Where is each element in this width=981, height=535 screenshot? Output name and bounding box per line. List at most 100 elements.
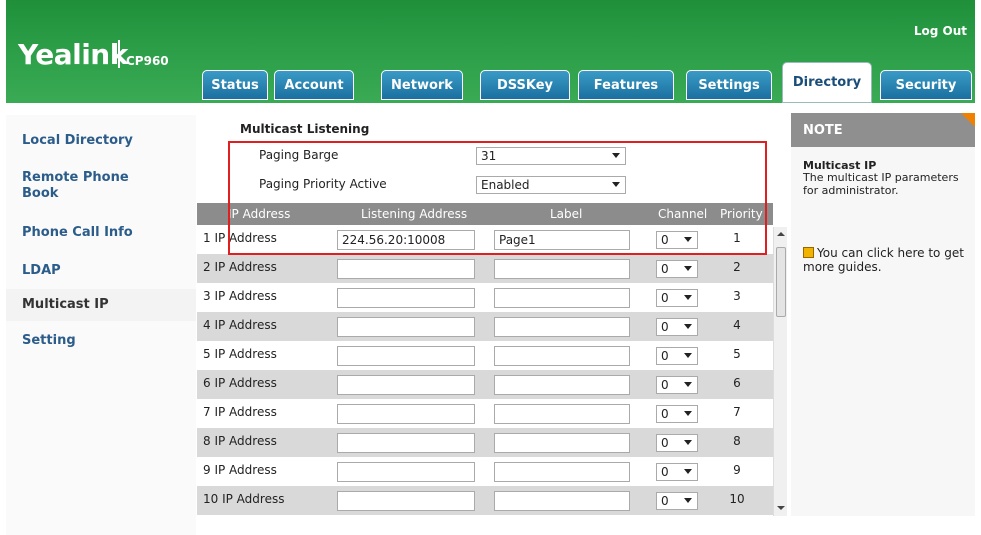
table-row: 3 IP Address 0 3 (197, 283, 773, 312)
priority-value: 4 (733, 318, 741, 332)
table-row: 6 IP Address 0 6 (197, 370, 773, 399)
listening-address-input[interactable]: 224.56.20:10008 (337, 230, 475, 250)
listening-address-input[interactable] (337, 375, 475, 395)
scroll-up-icon[interactable] (777, 232, 785, 236)
sidebar-item-local-directory[interactable]: Local Directory (22, 133, 182, 149)
paging-priority-select[interactable]: Enabled (476, 176, 626, 194)
label-input[interactable] (494, 317, 630, 337)
channel-value: 0 (661, 378, 669, 392)
table-row: 8 IP Address 0 8 (197, 428, 773, 457)
listening-address-input[interactable] (337, 433, 475, 453)
row-name: 7 IP Address (203, 405, 277, 419)
column-header-priority: Priority (720, 207, 763, 221)
model-label: CP960 (126, 54, 169, 68)
row-name: 4 IP Address (203, 318, 277, 332)
priority-value: 8 (733, 434, 741, 448)
label-input[interactable] (494, 462, 630, 482)
listening-address-input[interactable] (337, 317, 475, 337)
column-header-channel: Channel (658, 207, 708, 221)
note-panel: NOTE Multicast IP The multicast IP param… (791, 113, 975, 516)
listening-address-input[interactable] (337, 491, 475, 511)
paging-priority-value: Enabled (481, 178, 530, 192)
section-title: Multicast Listening (240, 122, 370, 136)
table-row: 9 IP Address 0 9 (197, 457, 773, 486)
chevron-down-icon (684, 440, 692, 445)
channel-select[interactable]: 0 (656, 347, 698, 365)
channel-select[interactable]: 0 (656, 376, 698, 394)
right-frame (975, 0, 981, 516)
row-name: 6 IP Address (203, 376, 277, 390)
chevron-down-icon (684, 237, 692, 242)
priority-value: 10 (729, 492, 745, 506)
sidebar-item-setting[interactable]: Setting (22, 333, 182, 349)
tab-account[interactable]: Account (274, 70, 354, 100)
priority-value: 1 (733, 231, 741, 245)
priority-value: 3 (733, 289, 741, 303)
note-corner-icon (961, 113, 975, 127)
label-input[interactable] (494, 375, 630, 395)
label-input[interactable] (494, 288, 630, 308)
sidebar-item-phone-call-info[interactable]: Phone Call Info (22, 225, 182, 241)
label-input[interactable] (494, 491, 630, 511)
channel-value: 0 (661, 465, 669, 479)
channel-value: 0 (661, 320, 669, 334)
logout-link[interactable]: Log Out (914, 24, 967, 38)
scrollbar-thumb[interactable] (776, 247, 786, 317)
paging-priority-label: Paging Priority Active (259, 177, 387, 191)
row-name: 9 IP Address (203, 463, 277, 477)
tab-network[interactable]: Network (381, 70, 463, 100)
listening-address-input[interactable] (337, 346, 475, 366)
column-header-label: Label (550, 207, 583, 221)
listening-address-input[interactable] (337, 288, 475, 308)
scroll-down-icon[interactable] (777, 506, 785, 510)
tab-status[interactable]: Status (202, 70, 268, 100)
tab-dsskey[interactable]: DSSKey (480, 70, 570, 100)
sidebar: Local Directory Remote Phone Book Phone … (6, 115, 196, 535)
table-header: IP Address Listening Address Label Chann… (197, 203, 773, 225)
channel-value: 0 (661, 407, 669, 421)
table-scrollbar[interactable] (773, 227, 787, 516)
sidebar-item-multicast-ip[interactable]: Multicast IP (6, 289, 196, 321)
channel-select[interactable]: 0 (656, 434, 698, 452)
label-input[interactable] (494, 346, 630, 366)
sidebar-item-remote-phone-book[interactable]: Remote Phone Book (22, 170, 152, 202)
label-input[interactable] (494, 404, 630, 424)
tab-features[interactable]: Features (578, 70, 674, 100)
tab-security[interactable]: Security (880, 70, 972, 100)
table-row: 4 IP Address 0 4 (197, 312, 773, 341)
priority-value: 6 (733, 376, 741, 390)
label-input[interactable]: Page1 (494, 230, 630, 250)
chevron-down-icon (684, 324, 692, 329)
chevron-down-icon (684, 295, 692, 300)
paging-barge-select[interactable]: 31 (476, 147, 626, 165)
sidebar-item-ldap[interactable]: LDAP (22, 263, 182, 279)
channel-value: 0 (661, 233, 669, 247)
tab-settings[interactable]: Settings (686, 70, 772, 100)
listening-address-input[interactable] (337, 404, 475, 424)
listening-address-input[interactable] (337, 462, 475, 482)
channel-select[interactable]: 0 (656, 231, 698, 249)
listening-address-input[interactable] (337, 259, 475, 279)
channel-value: 0 (661, 436, 669, 450)
header-bar: Yealink CP960 Log Out Status Account Net… (6, 0, 975, 103)
priority-value: 9 (733, 463, 741, 477)
table-row: 7 IP Address 0 7 (197, 399, 773, 428)
channel-select[interactable]: 0 (656, 289, 698, 307)
channel-select[interactable]: 0 (656, 260, 698, 278)
channel-select[interactable]: 0 (656, 318, 698, 336)
priority-value: 2 (733, 260, 741, 274)
tab-directory[interactable]: Directory (782, 62, 872, 103)
row-name: 10 IP Address (203, 492, 285, 506)
label-input[interactable] (494, 259, 630, 279)
channel-select[interactable]: 0 (656, 405, 698, 423)
row-name: 2 IP Address (203, 260, 277, 274)
content-area: Local Directory Remote Phone Book Phone … (6, 103, 975, 535)
priority-value: 7 (733, 405, 741, 419)
logo-separator (118, 40, 120, 68)
channel-select[interactable]: 0 (656, 492, 698, 510)
label-input[interactable] (494, 433, 630, 453)
channel-select[interactable]: 0 (656, 463, 698, 481)
note-guide-link[interactable]: You can click here to get more guides. (803, 246, 971, 274)
row-name: 8 IP Address (203, 434, 277, 448)
chevron-down-icon (684, 469, 692, 474)
